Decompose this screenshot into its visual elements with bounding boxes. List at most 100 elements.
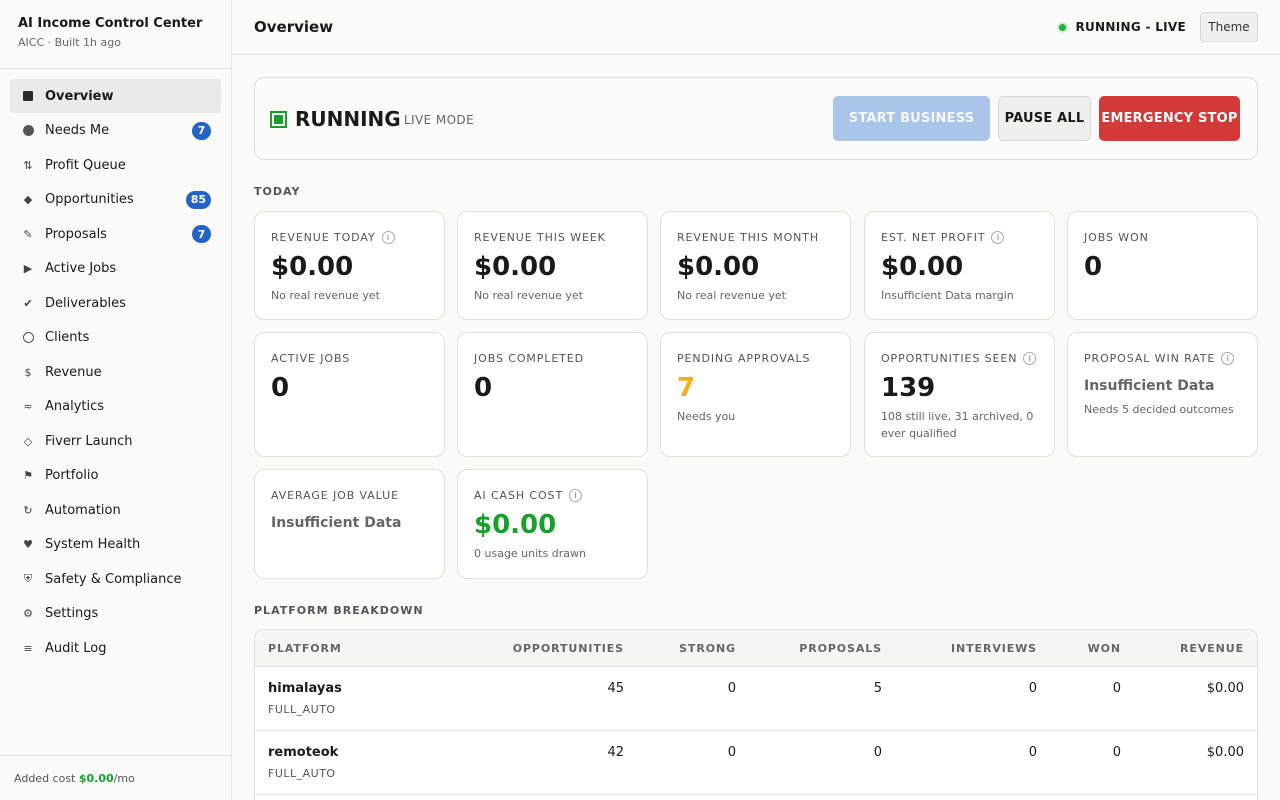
brand: AI Income Control Center AICC · Built 1h… — [0, 0, 231, 69]
stat-card-revenue-week: REVENUE THIS WEEK $0.00 No real revenue … — [457, 211, 648, 320]
stat-label: PENDING APPROVALS — [677, 351, 811, 365]
column-header[interactable]: REVENUE — [1180, 642, 1244, 655]
sidebar-item-analytics[interactable]: ≈ Analytics — [10, 390, 221, 424]
cell-strong: 0 — [727, 745, 736, 760]
sidebar-item-label: Opportunities — [45, 192, 134, 207]
sidebar-item-system-health[interactable]: ♥ System Health — [10, 528, 221, 562]
page-title: Overview — [254, 18, 334, 36]
column-header[interactable]: WON — [1088, 642, 1121, 655]
sidebar-item-needs-me[interactable]: Needs Me 7 — [10, 114, 221, 148]
count-badge: 7 — [192, 225, 211, 243]
count-badge: 7 — [192, 121, 211, 140]
stat-subtext: Needs 5 decided outcomes — [1084, 403, 1234, 417]
wave-icon: ≈ — [23, 400, 33, 413]
status-text: RUNNING - LIVE — [1075, 20, 1186, 34]
diamond-icon: ◆ — [23, 193, 33, 206]
info-icon[interactable]: i — [569, 488, 583, 502]
info-icon[interactable]: i — [991, 230, 1005, 244]
info-icon[interactable]: i — [381, 230, 395, 244]
column-header[interactable]: PLATFORM — [268, 642, 342, 655]
sidebar-item-clients[interactable]: Clients — [10, 321, 221, 355]
status-dot-icon — [1057, 21, 1069, 33]
check-icon: ✔ — [23, 296, 33, 310]
sidebar-item-proposals[interactable]: ✎ Proposals 7 — [10, 217, 221, 251]
sidebar-item-label: System Health — [45, 537, 141, 552]
sidebar: AI Income Control Center AICC · Built 1h… — [0, 0, 232, 800]
stat-value: $0.00 — [271, 252, 354, 282]
table-row[interactable]: remoteok FULL_AUTO 42 0 0 0 0 $0.00 — [255, 731, 1257, 795]
stat-value: 139 — [881, 373, 936, 403]
stat-card-jobs-completed: JOBS COMPLETED 0 — [457, 332, 648, 457]
app-title: AI Income Control Center — [18, 16, 203, 31]
circle-icon — [21, 124, 35, 138]
live-status: RUNNING - LIVE — [1057, 20, 1186, 34]
business-control-card: RUNNING LIVE MODE START BUSINESS PAUSE A… — [254, 77, 1258, 160]
sidebar-item-active-jobs[interactable]: ▶ Active Jobs — [10, 252, 221, 286]
cell-opportunities: 45 — [607, 681, 624, 696]
platform-table: PLATFORM OPPORTUNITIES STRONG PROPOSALS … — [254, 629, 1258, 800]
stat-value: Insufficient Data — [1084, 378, 1215, 394]
sidebar-item-audit-log[interactable]: ≡ Audit Log — [10, 631, 221, 665]
sidebar-item-label: Portfolio — [45, 468, 99, 483]
sidebar-item-label: Safety & Compliance — [45, 571, 182, 587]
stat-value: Insufficient Data — [271, 515, 402, 531]
theme-button[interactable]: Theme — [1200, 12, 1258, 42]
app-subtitle: AICC · Built 1h ago — [18, 36, 121, 49]
circle-outline-icon — [21, 331, 35, 345]
cell-proposals: 5 — [873, 681, 882, 696]
sidebar-item-label: Audit Log — [45, 640, 107, 656]
main-content: RUNNING LIVE MODE START BUSINESS PAUSE A… — [254, 77, 1258, 800]
sidebar-item-label: Profit Queue — [45, 157, 126, 173]
sidebar-item-profit-queue[interactable]: ⇅ Profit Queue — [10, 148, 221, 182]
column-header[interactable]: STRONG — [679, 642, 736, 655]
info-icon[interactable]: i — [1221, 351, 1235, 365]
stat-value: 0 — [474, 373, 493, 403]
stat-card-average-job-value: AVERAGE JOB VALUE Insufficient Data — [254, 469, 445, 579]
stat-value: 7 — [677, 373, 696, 403]
list-icon: ≡ — [23, 641, 33, 655]
pencil-icon: ✎ — [23, 227, 33, 241]
stat-value: 0 — [1084, 252, 1103, 282]
cell-won: 0 — [1112, 745, 1121, 760]
stat-value: $0.00 — [677, 252, 760, 282]
sidebar-item-deliverables[interactable]: ✔ Deliverables — [10, 286, 221, 320]
start-business-button[interactable]: START BUSINESS — [833, 96, 990, 141]
emergency-stop-button[interactable]: EMERGENCY STOP — [1099, 96, 1240, 141]
stat-value: $0.00 — [881, 252, 964, 282]
sidebar-item-overview[interactable]: Overview — [10, 79, 221, 113]
info-icon[interactable]: i — [1023, 351, 1037, 365]
cost-suffix: /mo — [113, 772, 135, 785]
sidebar-item-opportunities[interactable]: ◆ Opportunities 85 — [10, 183, 221, 217]
square-icon — [21, 89, 35, 103]
table-row[interactable]: himalayas FULL_AUTO 45 0 5 0 0 $0.00 — [255, 667, 1257, 731]
sidebar-item-revenue[interactable]: $ Revenue — [10, 355, 221, 389]
sidebar-item-settings[interactable]: ⚙ Settings — [10, 597, 221, 631]
stat-label: AVERAGE JOB VALUE — [271, 488, 399, 502]
stat-label: PROPOSAL WIN RATE i — [1084, 351, 1241, 365]
column-header[interactable]: OPPORTUNITIES — [513, 642, 624, 655]
sidebar-item-label: Revenue — [45, 364, 102, 380]
cost-prefix: Added cost — [14, 772, 79, 785]
sidebar-item-automation[interactable]: ↻ Automation — [10, 493, 221, 527]
column-header[interactable]: INTERVIEWS — [951, 642, 1037, 655]
sidebar-nav: Overview Needs Me 7 ⇅ Profit Queue ◆ Opp… — [0, 69, 231, 665]
dollar-icon: $ — [24, 365, 32, 379]
cell-revenue: $0.00 — [1206, 681, 1244, 696]
gear-icon: ⚙ — [23, 607, 33, 620]
column-header[interactable]: PROPOSALS — [799, 642, 882, 655]
stat-label: AI CASH COST i — [474, 488, 631, 502]
cell-revenue: $0.00 — [1206, 745, 1244, 760]
stat-card-pending-approvals[interactable]: PENDING APPROVALS 7 Needs you — [660, 332, 851, 457]
section-heading-today: TODAY — [254, 185, 301, 198]
stat-subtext: Needs you — [677, 409, 736, 423]
stat-card-opportunities-seen: OPPORTUNITIES SEEN i 139 108 still live, … — [864, 332, 1055, 457]
pause-all-button[interactable]: PAUSE ALL — [998, 96, 1091, 141]
stat-card-proposal-win-rate: PROPOSAL WIN RATE i Insufficient Data Nee… — [1067, 332, 1258, 457]
sidebar-item-safety-compliance[interactable]: ⛨ Safety & Compliance — [10, 562, 221, 596]
sidebar-item-fiverr-launch[interactable]: ◇ Fiverr Launch — [10, 424, 221, 458]
sidebar-item-label: Clients — [45, 330, 90, 345]
cell-strong: 0 — [727, 681, 736, 696]
sidebar-item-label: Analytics — [45, 399, 105, 414]
sidebar-item-portfolio[interactable]: ⚑ Portfolio — [10, 459, 221, 493]
arrows-icon: ⇅ — [23, 158, 33, 172]
